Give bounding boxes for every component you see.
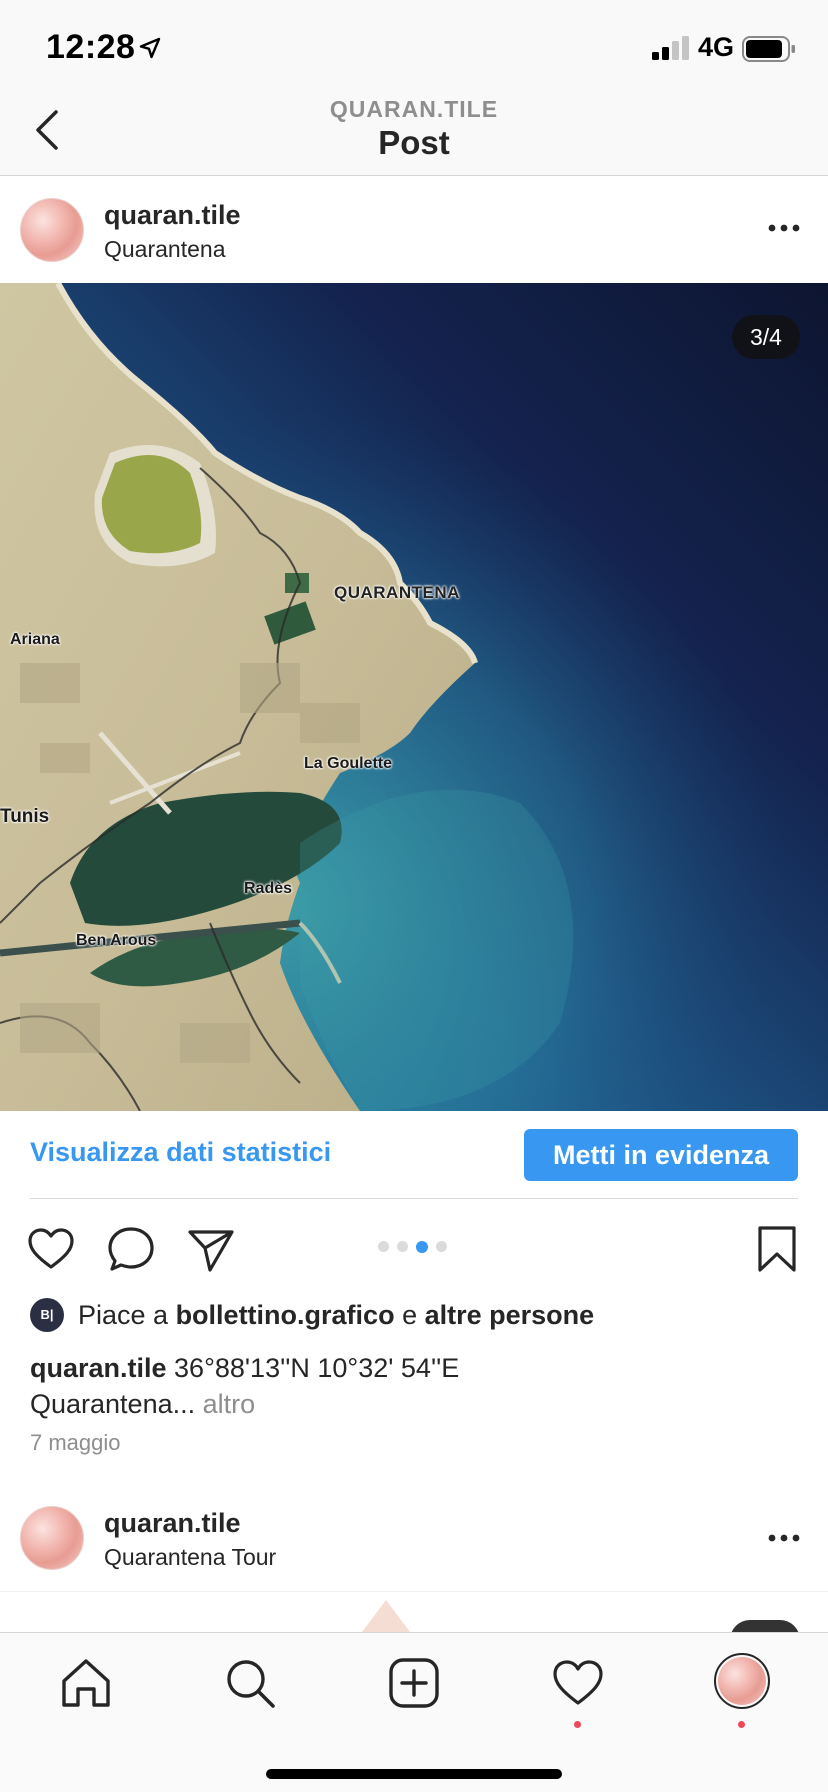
carousel-dots <box>378 1241 447 1255</box>
caption-text-2: Quarantena... <box>30 1389 203 1419</box>
carousel-dot <box>436 1241 447 1252</box>
likes-middle: e <box>394 1300 425 1330</box>
divider <box>30 1198 798 1199</box>
home-icon[interactable] <box>58 1655 114 1711</box>
post-header: quaran.tile Quarantena <box>0 176 828 283</box>
share-send-icon[interactable] <box>186 1224 236 1274</box>
profile-avatar[interactable] <box>714 1653 770 1709</box>
post-location[interactable]: Quarantena <box>104 236 225 263</box>
carousel-dot <box>397 1241 408 1252</box>
map-label-tunis: Tunis <box>0 806 50 827</box>
next-post-header: quaran.tile Quarantena Tour <box>0 1484 828 1592</box>
signal-icon <box>652 36 689 60</box>
bookmark-icon[interactable] <box>752 1224 802 1274</box>
comment-icon[interactable] <box>106 1224 156 1274</box>
network-type: 4G <box>698 32 735 62</box>
search-icon[interactable] <box>222 1655 278 1711</box>
satellite-map <box>0 283 828 1111</box>
more-options-icon[interactable] <box>764 1528 804 1548</box>
profile-notification-dot <box>738 1721 745 1728</box>
next-post-image-peek <box>0 1592 828 1632</box>
status-time: 12:28 <box>46 28 136 66</box>
nav-header: QUARAN.TILE Post <box>0 96 828 176</box>
post-caption: quaran.tile 36°88'13''N 10°32' 54''E Qua… <box>30 1350 798 1422</box>
home-indicator[interactable] <box>266 1769 562 1779</box>
action-bar <box>0 1200 828 1294</box>
likes-others[interactable]: altre persone <box>425 1300 595 1330</box>
like-heart-icon[interactable] <box>26 1224 76 1274</box>
nav-subtitle: QUARAN.TILE <box>329 96 499 122</box>
bottom-tab-bar <box>0 1632 828 1792</box>
next-post-counter-fragment <box>730 1620 800 1632</box>
add-post-icon[interactable] <box>386 1655 442 1711</box>
carousel-dot <box>378 1241 389 1252</box>
caption-username[interactable]: quaran.tile <box>30 1353 167 1383</box>
map-label-la-goulette: La Goulette <box>304 755 393 772</box>
caption-text: 36°88'13''N 10°32' 54''E <box>166 1353 460 1383</box>
map-label-rades: Radès <box>244 880 293 897</box>
carousel-dot-active <box>416 1241 428 1253</box>
image-counter-badge: 3/4 <box>732 315 800 359</box>
avatar[interactable] <box>20 198 84 262</box>
caption-more-link[interactable]: altro <box>203 1389 256 1419</box>
liker-avatar: B| <box>30 1298 64 1332</box>
insights-row: Visualizza dati statistici Metti in evid… <box>0 1111 828 1199</box>
activity-heart-icon[interactable] <box>550 1655 606 1711</box>
view-insights-link[interactable]: Visualizza dati statistici <box>30 1137 331 1168</box>
page-title: Post <box>378 124 450 161</box>
post-image[interactable]: Ariana QUARANTENA La Goulette Tunis Radè… <box>0 283 828 1111</box>
avatar[interactable] <box>20 1506 84 1570</box>
instagram-post-screen: 12:28 4G QUARAN.TILE Post quaran.tile Qu… <box>0 0 828 1792</box>
more-options-icon[interactable] <box>764 218 804 238</box>
activity-notification-dot <box>574 1721 581 1728</box>
post-date: 7 maggio <box>30 1430 121 1455</box>
next-post-username[interactable]: quaran.tile <box>104 1508 241 1539</box>
map-label-ben-arous: Ben Arous <box>76 932 157 949</box>
likes-text: Piace a bollettino.grafico e altre perso… <box>78 1300 594 1331</box>
next-post-location[interactable]: Quarantena Tour <box>104 1544 276 1571</box>
next-post-image-fragment <box>362 1600 410 1632</box>
likes-user[interactable]: bollettino.grafico <box>176 1300 395 1330</box>
map-label-ariana: Ariana <box>10 631 60 648</box>
profile-avatar-image <box>718 1657 766 1705</box>
status-bar: 12:28 4G <box>0 0 828 96</box>
likes-prefix: Piace a <box>78 1300 176 1330</box>
post-username[interactable]: quaran.tile <box>104 200 241 231</box>
map-label-quarantena: QUARANTENA <box>334 583 460 602</box>
location-arrow-icon <box>139 37 161 59</box>
battery-icon <box>742 36 795 62</box>
promote-button[interactable]: Metti in evidenza <box>524 1129 798 1181</box>
